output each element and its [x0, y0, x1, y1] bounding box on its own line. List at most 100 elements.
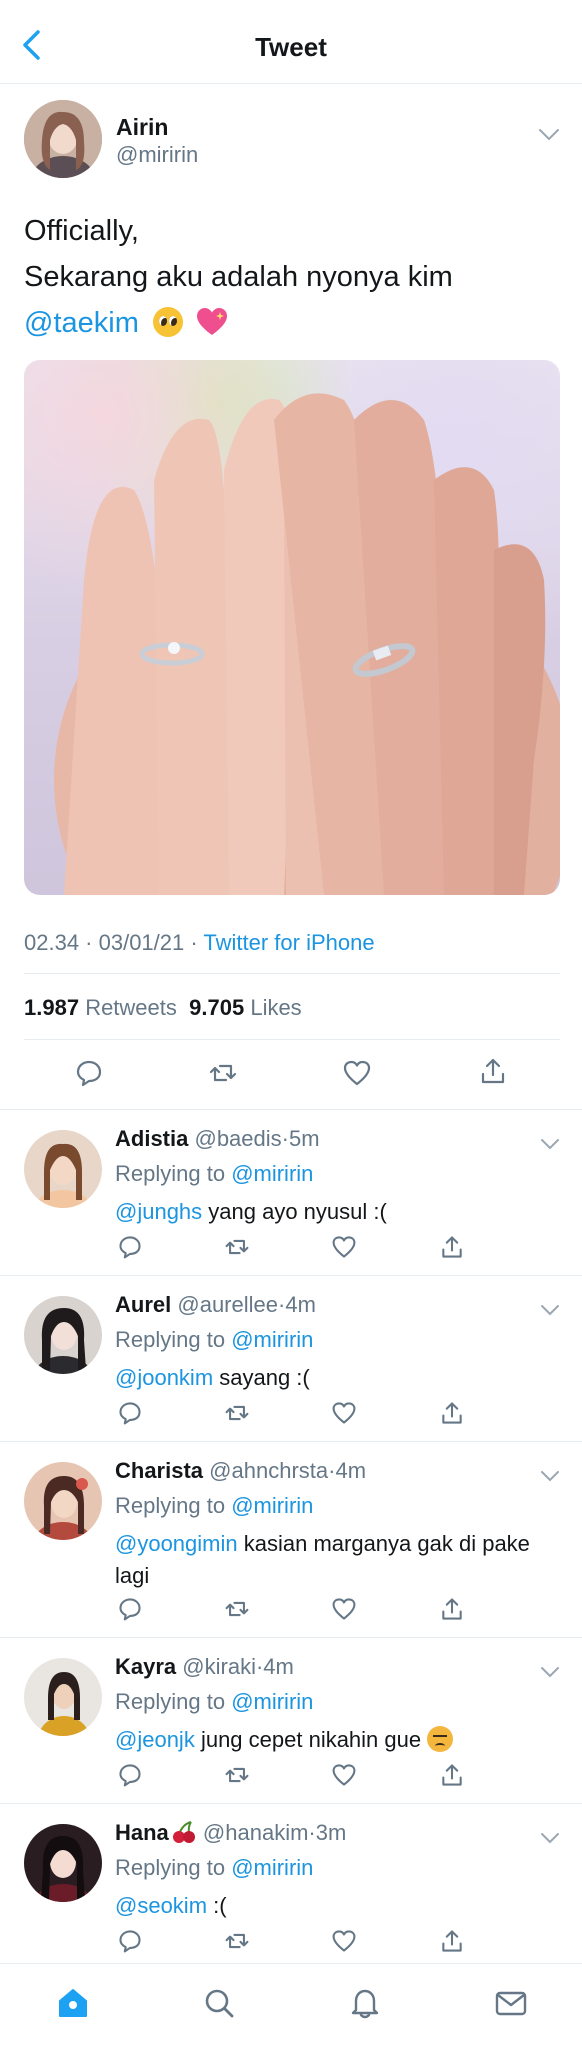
chevron-down-icon[interactable] [540, 1138, 560, 1150]
messages-icon[interactable] [494, 1986, 528, 2020]
like-icon[interactable] [331, 1234, 357, 1260]
like-icon[interactable] [331, 1596, 357, 1622]
reply-time: 3m [315, 1820, 347, 1845]
mention-link[interactable]: @miririn [231, 1493, 313, 1518]
reply-tweet[interactable]: Hana @hanakim·3m Replying to @miririn @s… [0, 1803, 582, 1963]
avatar[interactable] [24, 1296, 102, 1374]
mention-link[interactable]: @miririn [231, 1689, 313, 1714]
retweet-icon[interactable] [224, 1762, 250, 1788]
author-name[interactable]: Airin [116, 114, 168, 141]
chevron-down-icon[interactable] [540, 1470, 560, 1482]
mention-link[interactable]: @junghs [115, 1199, 202, 1224]
retweet-icon[interactable] [208, 1058, 238, 1088]
share-icon[interactable] [439, 1400, 465, 1426]
author-handle[interactable]: @miririn [116, 142, 198, 168]
reply-actions [115, 1596, 555, 1626]
replying-prefix: Replying to [115, 1855, 232, 1880]
tweet-stats: 1.987 Retweets 9.705 Likes [24, 995, 302, 1021]
mention-link[interactable]: @miririn [231, 1161, 313, 1186]
avatar[interactable] [24, 1130, 102, 1208]
reply-tweet[interactable]: Charista @ahnchrsta·4m Replying to @miri… [0, 1441, 582, 1637]
home-icon[interactable] [56, 1986, 90, 2020]
replying-prefix: Replying to [115, 1161, 232, 1186]
reply-tweet[interactable]: Adistia @baedis·5m Replying to @miririn … [0, 1109, 582, 1275]
reply-author-handle[interactable]: @ahnchrsta [209, 1458, 328, 1483]
replying-to: Replying to @miririn [115, 1493, 313, 1519]
reply-text: @yoongimin kasian marganya gak di pake l… [115, 1528, 560, 1592]
like-icon[interactable] [331, 1762, 357, 1788]
reply-header: Hana @hanakim·3m [115, 1820, 346, 1846]
tweet-photo[interactable] [24, 360, 560, 895]
share-icon[interactable] [439, 1762, 465, 1788]
reply-time: 4m [285, 1292, 316, 1317]
reply-tweet[interactable]: Kayra @kiraki·4m Replying to @miririn @j… [0, 1637, 582, 1803]
reply-body: yang ayo nyusul :( [202, 1199, 387, 1224]
retweets-label[interactable]: Retweets [85, 995, 177, 1020]
tweet-meta: 02.34 · 03/01/21 · Twitter for iPhone [24, 930, 375, 956]
avatar[interactable] [24, 1824, 102, 1902]
reply-actions [115, 1762, 555, 1792]
reply-actions [115, 1400, 555, 1430]
reply-icon[interactable] [117, 1928, 143, 1954]
angry-face-icon [427, 1726, 454, 1752]
reply-icon[interactable] [74, 1058, 104, 1088]
reply-icon[interactable] [117, 1234, 143, 1260]
reply-icon[interactable] [117, 1400, 143, 1426]
notifications-icon[interactable] [348, 1986, 382, 2020]
bottom-tab-bar [0, 1963, 582, 2048]
mention-link[interactable]: @miririn [231, 1855, 313, 1880]
likes-count[interactable]: 9.705 [189, 995, 244, 1020]
retweet-icon[interactable] [224, 1400, 250, 1426]
reply-author-handle[interactable]: @kiraki [182, 1654, 256, 1679]
mention-link[interactable]: @joonkim [115, 1365, 213, 1390]
replying-prefix: Replying to [115, 1689, 232, 1714]
reply-text: @jeonjk jung cepet nikahin gue [115, 1724, 560, 1756]
reply-author-handle[interactable]: @baedis [194, 1126, 281, 1151]
mention-link[interactable]: @yoongimin [115, 1531, 238, 1556]
tweet-line-3: @taekim [24, 300, 560, 346]
like-icon[interactable] [331, 1928, 357, 1954]
mention-link[interactable]: @jeonjk [115, 1727, 195, 1752]
reply-author-name[interactable]: Adistia [115, 1126, 188, 1151]
reply-header: Kayra @kiraki·4m [115, 1654, 294, 1680]
reply-author-handle[interactable]: @aurellee [177, 1292, 278, 1317]
share-icon[interactable] [478, 1056, 508, 1086]
retweet-icon[interactable] [224, 1596, 250, 1622]
chevron-down-icon[interactable] [540, 1666, 560, 1678]
tweet-source-link[interactable]: Twitter for iPhone [203, 930, 374, 955]
avatar[interactable] [24, 1462, 102, 1540]
retweet-icon[interactable] [224, 1234, 250, 1260]
chevron-down-icon[interactable] [540, 1304, 560, 1316]
reply-icon[interactable] [117, 1762, 143, 1788]
top-bar: Tweet [0, 0, 582, 84]
reply-icon[interactable] [117, 1596, 143, 1622]
like-icon[interactable] [342, 1058, 372, 1088]
reply-author-name[interactable]: Charista [115, 1458, 203, 1483]
chevron-down-icon[interactable] [538, 128, 560, 142]
reply-text: @seokim :( [115, 1890, 560, 1922]
reply-author-name[interactable]: Kayra [115, 1654, 176, 1679]
tweet-text: Officially, Sekarang aku adalah nyonya k… [24, 208, 560, 346]
share-icon[interactable] [439, 1596, 465, 1622]
like-icon[interactable] [331, 1400, 357, 1426]
mention-link[interactable]: @seokim [115, 1893, 207, 1918]
reply-header: Adistia @baedis·5m [115, 1126, 320, 1152]
replying-to: Replying to @miririn [115, 1327, 313, 1353]
reply-author-handle[interactable]: @hanakim [203, 1820, 309, 1845]
reply-author-name[interactable]: Aurel [115, 1292, 171, 1317]
share-icon[interactable] [439, 1234, 465, 1260]
mention-link[interactable]: @miririn [231, 1327, 313, 1352]
reply-time: 4m [335, 1458, 367, 1483]
reply-tweet[interactable]: Aurel @aurellee·4m Replying to @miririn … [0, 1275, 582, 1441]
replying-prefix: Replying to [115, 1327, 232, 1352]
retweets-count[interactable]: 1.987 [24, 995, 79, 1020]
search-icon[interactable] [202, 1986, 236, 2020]
mention-link[interactable]: @taekim [24, 307, 139, 339]
avatar[interactable] [24, 100, 102, 178]
likes-label[interactable]: Likes [250, 995, 301, 1020]
chevron-down-icon[interactable] [540, 1832, 560, 1844]
avatar[interactable] [24, 1658, 102, 1736]
share-icon[interactable] [439, 1928, 465, 1954]
reply-author-name[interactable]: Hana [115, 1820, 169, 1845]
retweet-icon[interactable] [224, 1928, 250, 1954]
